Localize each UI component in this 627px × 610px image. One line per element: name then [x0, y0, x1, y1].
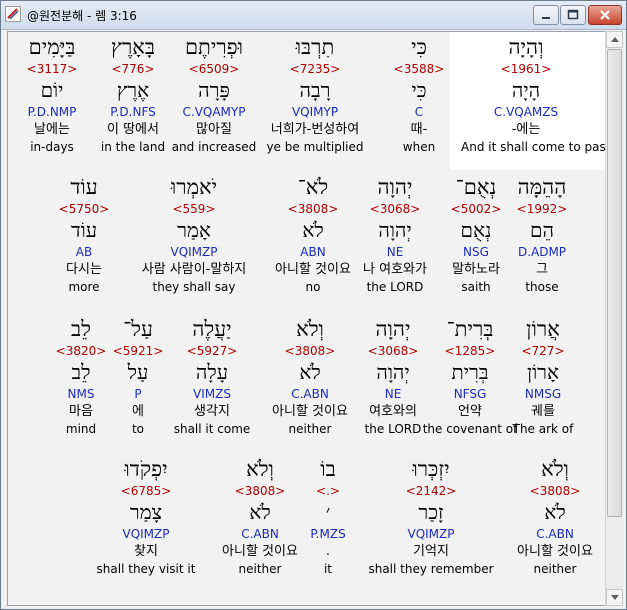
strong-number: <3808> — [234, 484, 286, 498]
korean-gloss: 마음 — [69, 404, 93, 419]
hebrew-word: עוֹד — [70, 175, 98, 199]
strong-number: <3820> — [55, 344, 107, 358]
english-gloss: more — [68, 280, 100, 294]
maximize-button[interactable] — [560, 5, 586, 25]
strong-number: <3808> — [529, 484, 581, 498]
english-gloss: neither — [533, 562, 577, 576]
minimize-icon — [542, 17, 550, 19]
title-bar[interactable]: @원전분해 - 렘 3:16 — [1, 1, 626, 30]
lemma-word: לֹא — [302, 218, 324, 242]
hebrew-word: לֹא־ — [297, 175, 329, 199]
hebrew-word: יִפְקֹדוּ — [124, 457, 168, 481]
english-gloss: no — [305, 280, 321, 294]
hebrew-word: וְלֹא — [246, 457, 274, 481]
english-gloss: mind — [65, 422, 97, 436]
hebrew-word: בַּיָּמִים — [28, 35, 76, 59]
lemma-word: לֹא — [544, 500, 566, 524]
close-icon — [600, 10, 610, 20]
scroll-down-button[interactable] — [606, 589, 623, 606]
korean-gloss: 날에는 — [34, 122, 70, 137]
close-button[interactable] — [588, 5, 622, 25]
english-gloss: shall they visit it — [96, 562, 196, 576]
app-logo-icon — [5, 6, 21, 22]
korean-gloss: 다시는 — [66, 262, 102, 277]
app-window: @원전분해 - 렘 3:16 וְהָיָה <1961> הָיָה C.VQAMZ… — [0, 0, 627, 610]
korean-gloss: 아니할 것이요 — [222, 544, 298, 559]
strong-number: <3117> — [26, 62, 78, 76]
parse-code: NMS — [67, 387, 95, 401]
interlinear-panel[interactable]: וְהָיָה <1961> הָיָה C.VQAMZS -에는 And it shal… — [7, 31, 606, 606]
korean-gloss: 아니할 것이요 — [275, 262, 351, 277]
arrow-up-icon — [611, 37, 619, 42]
scroll-up-button[interactable] — [606, 31, 623, 48]
lemma-word: יוֹם — [40, 78, 64, 102]
english-gloss: in-days — [30, 140, 74, 154]
hebrew-word: וְלֹא — [541, 457, 569, 481]
parse-code: P.D.NMP — [27, 105, 77, 119]
lemma-word: לֹא — [249, 500, 271, 524]
arrow-down-icon — [611, 595, 619, 600]
parse-code: VQIMZP — [122, 527, 170, 541]
parse-code: ABN — [300, 245, 326, 259]
parse-code: C.ABN — [241, 527, 279, 541]
minimize-button[interactable] — [533, 5, 559, 25]
korean-gloss: 찾지 — [134, 544, 158, 559]
lemma-word: עוֹד — [70, 218, 98, 242]
parse-code: C.ABN — [536, 527, 574, 541]
korean-gloss: 아니할 것이요 — [517, 544, 593, 559]
vertical-scrollbar[interactable] — [605, 31, 623, 606]
window-title: @원전분해 - 렘 3:16 — [27, 9, 137, 23]
lemma-word: לֵב — [71, 360, 91, 384]
english-gloss: neither — [238, 562, 282, 576]
maximize-icon — [567, 9, 579, 20]
scroll-thumb[interactable] — [607, 49, 622, 517]
hebrew-word: לֵב — [71, 317, 91, 341]
strong-number: <3808> — [287, 202, 339, 216]
parse-code: AB — [75, 245, 93, 259]
strong-number: <5750> — [58, 202, 110, 216]
lemma-word: צָמַר — [129, 500, 163, 524]
strong-number: <6785> — [120, 484, 172, 498]
